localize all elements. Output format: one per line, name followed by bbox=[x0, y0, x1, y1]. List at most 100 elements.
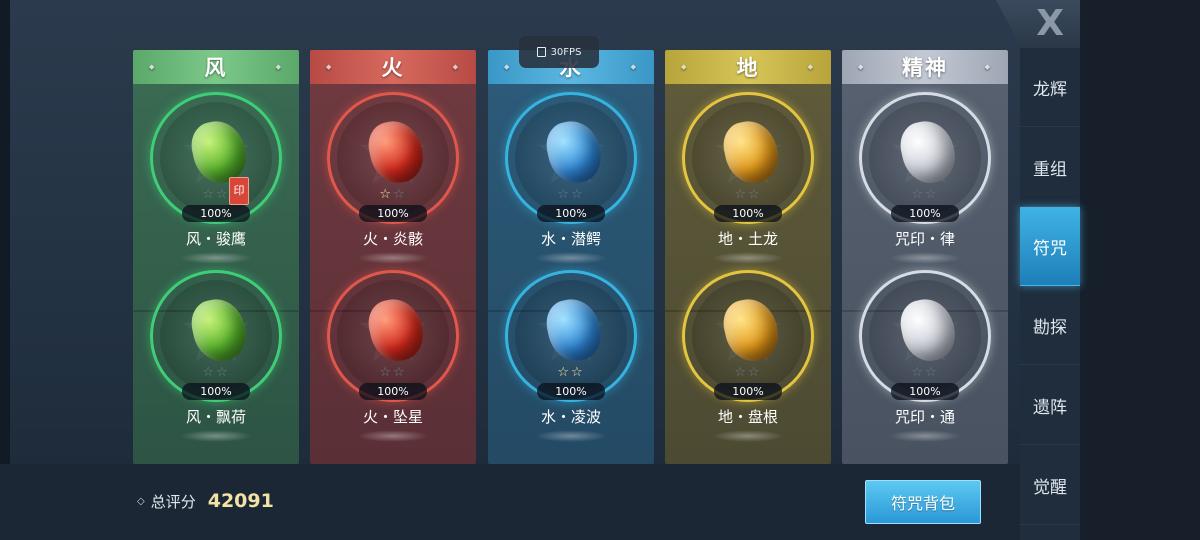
sidebar-item-yizhen[interactable]: 遗阵 bbox=[1020, 366, 1080, 445]
pedestal bbox=[712, 252, 784, 264]
rune-bag-label: 符咒背包 bbox=[890, 494, 955, 513]
right-sidebar: 龙辉 重组 符咒 勘探 遗阵 觉醒 bbox=[1020, 48, 1080, 540]
sidebar-item-fuzhou[interactable]: 符咒 bbox=[1020, 207, 1080, 286]
rune-percent: 100% bbox=[182, 383, 250, 400]
star-icon: ☆ bbox=[734, 365, 748, 380]
sidebar-item-kantan[interactable]: 勘探 bbox=[1020, 286, 1080, 365]
pedestal bbox=[357, 430, 429, 442]
rune-bag-button[interactable]: 符咒背包 bbox=[865, 480, 981, 524]
star-icon: ☆ bbox=[748, 187, 762, 202]
rune-ring: ☆☆☆ 100%印 bbox=[150, 92, 282, 224]
sidebar-item-longhui[interactable]: 龙辉 bbox=[1020, 48, 1080, 127]
rune-slot[interactable]: ☆☆☆ 100% 风・飘荷 bbox=[133, 270, 299, 446]
column-banner: 火 bbox=[310, 50, 476, 84]
pedestal bbox=[357, 252, 429, 264]
column-fire: 火☆☆☆100%火・炎骸☆☆☆100%火・坠星 bbox=[310, 50, 476, 464]
rune-slot[interactable]: ☆☆☆ 100% 水・潜鳄 bbox=[488, 92, 654, 268]
star-icon: ☆ bbox=[379, 365, 393, 380]
star-icon: ☆ bbox=[393, 187, 407, 202]
diamond-icon: ◇ bbox=[137, 495, 145, 507]
rune-name: 水・潜鳄 bbox=[540, 230, 601, 248]
star-rating: ☆☆ bbox=[685, 187, 811, 202]
sidebar-item-juexing[interactable]: 觉醒 bbox=[1020, 446, 1080, 525]
rune-slot[interactable]: ☆☆☆ 100% 火・炎骸 bbox=[310, 92, 476, 268]
fps-counter: 30FPS bbox=[519, 36, 599, 68]
left-edge bbox=[0, 0, 10, 464]
rune-percent: 100% bbox=[182, 205, 250, 222]
rune-slot[interactable]: ☆☆☆ 100% 地・盘根 bbox=[665, 270, 831, 446]
pedestal bbox=[180, 252, 252, 264]
rune-percent: 100% bbox=[537, 205, 605, 222]
pedestal bbox=[535, 252, 607, 264]
star-rating: ☆☆ bbox=[330, 187, 456, 202]
rune-name: 火・坠星 bbox=[362, 408, 423, 426]
rune-name: 地・土龙 bbox=[717, 230, 778, 248]
star-rating: ☆☆ bbox=[685, 365, 811, 380]
rune-ring: ☆☆☆ 100% bbox=[150, 270, 282, 402]
close-icon: X bbox=[1036, 3, 1064, 44]
rune-slot[interactable]: ☆☆☆ 100%印风・骏鹰 bbox=[133, 92, 299, 268]
rune-percent: 100% bbox=[891, 205, 959, 222]
star-icon: ☆ bbox=[393, 365, 407, 380]
star-icon: ☆ bbox=[202, 365, 216, 380]
rune-percent: 100% bbox=[891, 383, 959, 400]
column-spirit: 精神☆☆☆100%咒印・律☆☆☆100%咒印・通 bbox=[842, 50, 1008, 464]
score-label: 总评分 bbox=[150, 492, 196, 511]
column-body: ☆☆☆100% 地・土龙 ☆☆☆100%地・盘根 bbox=[665, 84, 831, 464]
sidebar-item-chongzu[interactable]: 重组 bbox=[1020, 128, 1080, 207]
column-body: ☆☆☆100%咒印・律☆☆☆100%咒印・通 bbox=[842, 84, 1008, 464]
sidebar-item-label: 勘探 bbox=[1033, 317, 1067, 338]
sidebar-item-label: 觉醒 bbox=[1033, 477, 1067, 498]
pedestal bbox=[712, 430, 784, 442]
rune-name: 火・炎骸 bbox=[362, 230, 423, 248]
star-rating: ☆☆ bbox=[153, 187, 279, 202]
pedestal bbox=[889, 252, 961, 264]
pedestal bbox=[889, 430, 961, 442]
rune-percent: 100% bbox=[359, 383, 427, 400]
rune-percent: 100% bbox=[537, 383, 605, 400]
fps-label: 30FPS bbox=[550, 46, 582, 58]
rune-slot[interactable]: ☆☆☆ 100% 咒印・通 bbox=[842, 270, 1008, 446]
score-value: 42091 bbox=[207, 490, 274, 512]
star-icon: ☆ bbox=[911, 187, 925, 202]
rune-slot[interactable]: ☆☆☆ 100% 地・土龙 bbox=[665, 92, 831, 268]
rune-ring: ☆☆☆ 100% bbox=[859, 270, 991, 402]
rune-slot[interactable]: ☆☆☆ 100% 水・凌波 bbox=[488, 270, 654, 446]
column-body: ☆☆☆100%印风・骏鹰☆☆☆100%风・飘荷 bbox=[133, 84, 299, 464]
star-icon: ☆ bbox=[911, 365, 925, 380]
star-icon: ☆ bbox=[925, 365, 939, 380]
rune-ring: ☆☆☆ 100% bbox=[505, 270, 637, 402]
star-icon: ☆ bbox=[557, 187, 571, 202]
star-icon: ☆ bbox=[557, 365, 571, 380]
rune-ring: ☆☆☆ 100% bbox=[505, 92, 637, 224]
star-rating: ☆☆ bbox=[862, 365, 988, 380]
seal-badge-icon: 印 bbox=[229, 177, 249, 205]
column-water: 水☆☆☆100%水・潜鳄☆☆☆100%水・凌波 bbox=[488, 50, 654, 464]
rune-slot[interactable]: ☆☆☆ 100% 火・坠星 bbox=[310, 270, 476, 446]
sidebar-item-label: 重组 bbox=[1033, 159, 1067, 180]
sidebar-item-label: 遗阵 bbox=[1033, 397, 1067, 418]
star-rating: ☆☆ bbox=[862, 187, 988, 202]
rune-name: 风・骏鹰 bbox=[185, 230, 246, 248]
rune-name: 咒印・通 bbox=[894, 408, 955, 426]
column-body: ☆☆☆100%火・炎骸☆☆☆100%火・坠星 bbox=[310, 84, 476, 464]
pedestal bbox=[535, 430, 607, 442]
column-body: ☆☆☆100%水・潜鳄☆☆☆100%水・凌波 bbox=[488, 84, 654, 464]
star-rating: ☆☆ bbox=[508, 187, 634, 202]
rune-ring: ☆☆☆ 100% bbox=[682, 92, 814, 224]
star-rating: ☆☆ bbox=[330, 365, 456, 380]
star-icon: ☆ bbox=[748, 365, 762, 380]
star-icon: ☆ bbox=[734, 187, 748, 202]
column-earth: 地☆☆☆100%地・土龙☆☆☆100%地・盘根 bbox=[665, 50, 831, 464]
star-icon: ☆ bbox=[925, 187, 939, 202]
star-icon: ☆ bbox=[571, 365, 585, 380]
rune-ring: ☆☆☆ 100% bbox=[682, 270, 814, 402]
star-rating: ☆☆ bbox=[508, 365, 634, 380]
star-icon: ☆ bbox=[216, 187, 230, 202]
rune-slot[interactable]: ☆☆☆ 100% 咒印・律 bbox=[842, 92, 1008, 268]
sidebar-item-label: 符咒 bbox=[1033, 238, 1067, 259]
sidebar-item-label: 龙辉 bbox=[1033, 79, 1067, 100]
total-score: ◇ 总评分 42091 bbox=[137, 490, 274, 512]
rune-percent: 100% bbox=[359, 205, 427, 222]
rune-ring: ☆☆☆ 100% bbox=[859, 92, 991, 224]
